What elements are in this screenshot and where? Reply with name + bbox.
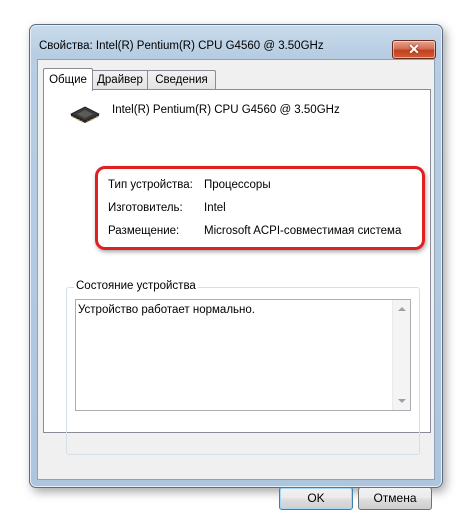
- device-status-group: Состояние устройства Устройство работает…: [66, 280, 420, 455]
- device-status-textbox[interactable]: Устройство работает нормально.: [75, 299, 411, 411]
- close-icon: ✕: [408, 41, 420, 57]
- device-status-label: Состояние устройства: [74, 280, 198, 292]
- scroll-up-icon[interactable]: [398, 307, 406, 311]
- dialog-client-area: Общие Драйвер Сведения Intel(R) Pentium(…: [37, 59, 435, 510]
- scroll-down-icon[interactable]: [398, 399, 406, 403]
- tab-details[interactable]: Сведения: [147, 70, 216, 89]
- tab-driver[interactable]: Драйвер: [91, 70, 149, 89]
- device-status-text: Устройство работает нормально.: [78, 304, 255, 316]
- device-type-value: Процессоры: [204, 179, 271, 191]
- ok-button[interactable]: OK: [279, 487, 353, 510]
- cpu-chip-icon: [70, 106, 100, 123]
- location-value: Microsoft ACPI-совместимая система: [204, 225, 402, 237]
- window-title: Свойства: Intel(R) Pentium(R) CPU G4560 …: [39, 40, 324, 52]
- manufacturer-label: Изготовитель:: [108, 202, 183, 214]
- status-scrollbar[interactable]: [392, 300, 410, 410]
- general-tab-panel: Intel(R) Pentium(R) CPU G4560 @ 3.50GHz …: [43, 89, 431, 455]
- tab-general[interactable]: Общие: [43, 68, 93, 91]
- manufacturer-value: Intel: [204, 202, 226, 214]
- device-name: Intel(R) Pentium(R) CPU G4560 @ 3.50GHz: [112, 104, 340, 116]
- location-label: Размещение:: [108, 225, 180, 237]
- close-button[interactable]: ✕: [392, 40, 436, 59]
- cancel-button[interactable]: Отмена: [358, 487, 432, 510]
- properties-dialog: Свойства: Intel(R) Pentium(R) CPU G4560 …: [29, 24, 443, 510]
- device-type-label: Тип устройства:: [108, 179, 193, 191]
- title-bar[interactable]: Свойства: Intel(R) Pentium(R) CPU G4560 …: [30, 25, 442, 59]
